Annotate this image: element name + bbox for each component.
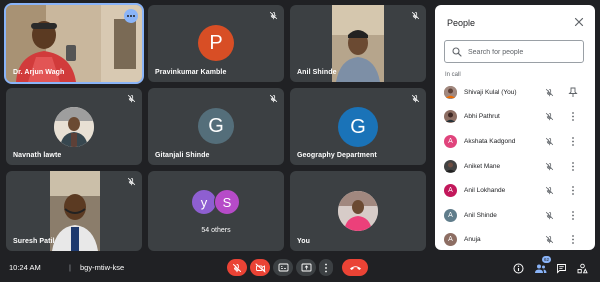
chat-button[interactable]	[554, 261, 568, 275]
others-count-label: 54 others	[201, 227, 231, 234]
person-name: Abhi Pathrut	[464, 113, 500, 120]
avatar	[444, 160, 457, 173]
search-icon	[452, 47, 462, 57]
participant-video	[50, 171, 100, 251]
person-name: Akshata Kadgond	[464, 138, 516, 145]
mic-off-icon	[411, 94, 420, 103]
participant-tile-gitanjali-shinde[interactable]: G Gitanjali Shinde	[148, 88, 284, 165]
mic-off-icon	[545, 88, 554, 97]
avatar: G	[338, 107, 378, 147]
participant-tile-pravinkumar-kamble[interactable]: P Pravinkumar Kamble	[148, 5, 284, 82]
avatar: S	[214, 189, 240, 215]
person-row[interactable]: Aniket Mane	[435, 155, 595, 179]
participant-count-badge: 62	[542, 256, 552, 263]
present-button[interactable]	[296, 259, 316, 276]
activities-button[interactable]	[575, 261, 589, 275]
pin-icon[interactable]	[568, 87, 578, 98]
participant-name: Anil Shinde	[297, 69, 337, 76]
more-vert-icon[interactable]	[568, 234, 578, 245]
participant-name: Suresh Patil	[13, 238, 55, 245]
mic-off-icon	[127, 177, 136, 186]
person-row[interactable]: Abhi Pathrut	[435, 105, 595, 129]
present-screen-icon	[301, 263, 311, 272]
captions-icon	[278, 263, 288, 272]
mic-off-icon	[545, 137, 554, 146]
more-vert-icon[interactable]	[568, 210, 578, 221]
panel-title: People	[447, 18, 476, 28]
people-panel: People In call Shivaji Kulal (You) Abhi …	[435, 5, 595, 250]
participant-tile-arjun-wagh[interactable]: Dr. Arjun Wagh	[4, 3, 144, 84]
participant-tile-geography-department[interactable]: G Geography Department	[290, 88, 426, 165]
person-row[interactable]: A Anuja	[435, 228, 595, 252]
mic-off-icon	[127, 94, 136, 103]
avatar: P	[198, 25, 234, 61]
people-icon	[534, 264, 546, 273]
more-options-button[interactable]	[319, 259, 333, 276]
person-name: Shivaji Kulal (You)	[464, 89, 517, 96]
captions-button[interactable]	[273, 259, 293, 276]
meeting-details-button[interactable]	[511, 261, 525, 275]
mic-off-icon	[269, 11, 278, 20]
close-icon[interactable]	[574, 17, 584, 27]
mic-off-icon	[269, 94, 278, 103]
people-button[interactable]: 62	[533, 256, 552, 275]
mic-toggle-button[interactable]	[227, 259, 247, 276]
participant-video	[332, 5, 384, 82]
mic-off-icon	[411, 11, 420, 20]
search-field[interactable]	[444, 40, 584, 63]
avatar: A	[444, 233, 457, 246]
more-vert-icon[interactable]	[568, 111, 578, 122]
mic-off-icon	[545, 211, 554, 220]
avatar: A	[444, 209, 457, 222]
participant-tile-anil-shinde[interactable]: Anil Shinde	[290, 5, 426, 82]
mic-off-icon	[545, 235, 554, 244]
mic-off-icon	[545, 186, 554, 195]
participant-tile-you[interactable]: You	[290, 171, 426, 251]
person-row[interactable]: A Anil Shinde	[435, 204, 595, 228]
camera-toggle-button[interactable]	[250, 259, 270, 276]
camera-off-icon	[255, 263, 265, 272]
participant-name: You	[297, 238, 311, 245]
end-call-icon	[349, 266, 361, 270]
participant-tile-navnath-lawte[interactable]: Navnath lawte	[6, 88, 142, 165]
meeting-code: bgy-mtiw-kse	[80, 263, 125, 272]
person-row[interactable]: A Anil Lokhande	[435, 179, 595, 203]
participant-tile-suresh-patil[interactable]: Suresh Patil	[6, 171, 142, 251]
participant-tile-others[interactable]: y S 54 others	[148, 171, 284, 251]
participant-name: Dr. Arjun Wagh	[13, 69, 65, 76]
info-icon	[513, 263, 523, 273]
tile-options-button[interactable]	[124, 9, 138, 23]
avatar	[444, 110, 457, 123]
mic-off-icon	[545, 162, 554, 171]
separator: |	[69, 263, 71, 272]
person-row[interactable]: A Akshata Kadgond	[435, 130, 595, 154]
participant-name: Geography Department	[297, 152, 377, 159]
clock-time: 10:24 AM	[9, 263, 41, 272]
more-vert-icon[interactable]	[568, 185, 578, 196]
search-input[interactable]	[468, 45, 578, 59]
person-row[interactable]: Shivaji Kulal (You)	[435, 81, 595, 105]
avatar: A	[444, 135, 457, 148]
mic-off-icon	[233, 263, 241, 272]
person-name: Anil Shinde	[464, 212, 497, 219]
in-call-section-label: In call	[445, 72, 461, 78]
person-name: Anil Lokhande	[464, 187, 506, 194]
avatar	[338, 191, 378, 231]
more-vert-icon[interactable]	[568, 136, 578, 147]
participant-name: Navnath lawte	[13, 152, 62, 159]
leave-call-button[interactable]	[342, 259, 368, 276]
avatar	[444, 86, 457, 99]
avatar	[54, 107, 94, 147]
more-vert-icon	[325, 263, 327, 272]
avatar: A	[444, 184, 457, 197]
participant-name: Gitanjali Shinde	[155, 152, 210, 159]
avatar: G	[198, 108, 234, 144]
mic-off-icon	[545, 112, 554, 121]
more-vert-icon[interactable]	[568, 161, 578, 172]
chat-icon	[556, 263, 566, 274]
person-name: Aniket Mane	[464, 163, 501, 170]
participant-name: Pravinkumar Kamble	[155, 69, 227, 76]
person-name: Anuja	[464, 236, 481, 243]
activities-icon	[577, 263, 588, 273]
